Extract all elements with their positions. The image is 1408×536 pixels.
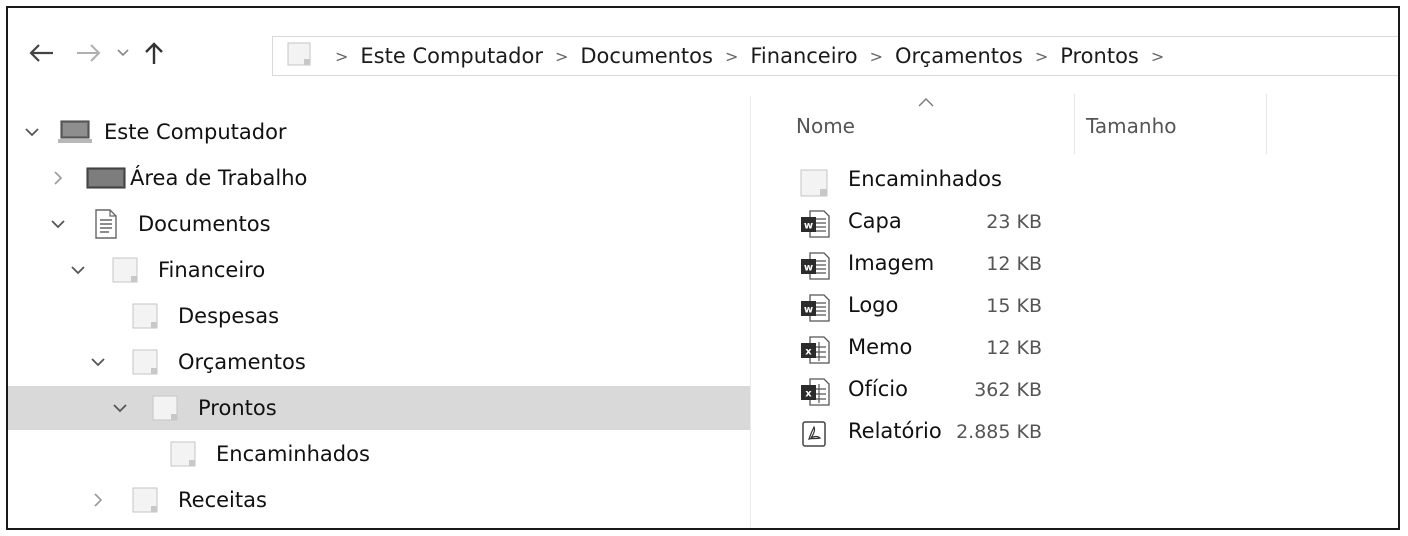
folder-icon — [132, 486, 160, 514]
tree-item-encaminhados[interactable]: Encaminhados — [8, 432, 750, 476]
arrow-right-icon — [77, 44, 101, 62]
tree-item-orcamentos[interactable]: Orçamentos — [8, 340, 750, 384]
address-bar[interactable]: > Este Computador > Documentos > Finance… — [272, 36, 1398, 76]
svg-text:w: w — [804, 263, 813, 274]
svg-text:x: x — [805, 389, 812, 400]
tree-item-prontos[interactable]: Prontos — [8, 386, 750, 430]
column-separator[interactable] — [1266, 94, 1267, 154]
breadcrumb-separator[interactable]: > — [1035, 47, 1048, 66]
folder-icon — [112, 256, 140, 284]
file-size: 12 KB — [986, 337, 1042, 359]
folder-icon — [170, 440, 198, 468]
recent-locations-button[interactable] — [112, 36, 134, 70]
toolbar: > Este Computador > Documentos > Finance… — [8, 8, 1398, 92]
file-size: 2.885 KB — [956, 421, 1042, 443]
breadcrumb-orcamentos[interactable]: Orçamentos — [895, 44, 1023, 68]
forward-button[interactable] — [70, 36, 108, 70]
breadcrumb-separator[interactable]: > — [725, 47, 738, 66]
file-name: Logo — [848, 293, 899, 317]
file-name: Imagem — [848, 251, 935, 275]
chevron-down-icon — [117, 49, 129, 57]
back-button[interactable] — [22, 36, 60, 70]
tree-item-area-de-trabalho[interactable]: Área de Trabalho — [8, 156, 750, 200]
file-row-oficio[interactable]: x Ofício 362 KB — [794, 372, 1394, 412]
tree-item-este-computador[interactable]: Este Computador — [8, 110, 750, 154]
folder-icon — [152, 394, 180, 422]
pane-divider[interactable] — [750, 96, 751, 528]
computer-icon — [58, 120, 92, 144]
breadcrumb-separator[interactable]: > — [870, 47, 883, 66]
chevron-down-icon[interactable] — [48, 214, 68, 234]
svg-text:w: w — [804, 305, 813, 316]
arrow-up-icon — [145, 42, 163, 64]
word-file-icon: w — [800, 252, 830, 284]
file-row-capa[interactable]: w Capa 23 KB — [794, 204, 1394, 244]
chevron-right-icon[interactable] — [48, 168, 68, 188]
file-name: Ofício — [848, 377, 908, 401]
file-size: 12 KB — [986, 253, 1042, 275]
chevron-down-icon[interactable] — [88, 352, 108, 372]
folder-icon — [287, 41, 313, 71]
tree-item-label: Orçamentos — [178, 350, 306, 374]
breadcrumb-financeiro[interactable]: Financeiro — [750, 44, 857, 68]
desktop-icon — [86, 166, 126, 190]
svg-text:w: w — [804, 221, 813, 232]
svg-text:x: x — [805, 347, 812, 358]
chevron-down-icon[interactable] — [68, 260, 88, 280]
chevron-down-icon[interactable] — [110, 398, 130, 418]
breadcrumb-documentos[interactable]: Documentos — [580, 44, 713, 68]
breadcrumb-separator: > — [335, 46, 349, 66]
tree-item-label: Despesas — [178, 304, 280, 328]
tree-item-label: Receitas — [178, 488, 267, 512]
folder-icon — [132, 348, 160, 376]
breadcrumb-prontos[interactable]: Prontos — [1060, 44, 1139, 68]
tree-item-label: Este Computador — [104, 120, 287, 144]
column-separator[interactable] — [1074, 94, 1075, 154]
file-row-encaminhados[interactable]: Encaminhados — [794, 162, 1394, 202]
tree-item-documentos[interactable]: Documentos — [8, 202, 750, 246]
word-file-icon: w — [800, 210, 830, 242]
breadcrumb-este-computador[interactable]: Este Computador — [360, 44, 543, 68]
chevron-right-icon[interactable] — [88, 490, 108, 510]
column-header-size[interactable]: Tamanho — [1086, 104, 1266, 148]
file-size: 362 KB — [974, 379, 1042, 401]
folder-icon — [132, 302, 160, 330]
file-name: Encaminhados — [848, 167, 1002, 191]
file-name: Memo — [848, 335, 913, 359]
tree-item-receitas[interactable]: Receitas — [8, 478, 750, 522]
excel-file-icon: x — [800, 378, 830, 410]
breadcrumb-separator[interactable]: > — [1151, 47, 1164, 66]
file-explorer-window: > Este Computador > Documentos > Finance… — [6, 6, 1400, 530]
navigation-pane: Este Computador Área de Trabalho Documen… — [8, 104, 750, 524]
file-row-logo[interactable]: w Logo 15 KB — [794, 288, 1394, 328]
file-name: Relatório — [848, 419, 942, 443]
tree-item-label: Encaminhados — [216, 442, 370, 466]
tree-item-label: Prontos — [198, 396, 277, 420]
breadcrumb-separator[interactable]: > — [555, 47, 568, 66]
file-row-memo[interactable]: x Memo 12 KB — [794, 330, 1394, 370]
documents-icon — [94, 209, 118, 239]
file-size: 23 KB — [986, 211, 1042, 233]
tree-item-label: Área de Trabalho — [130, 166, 308, 190]
file-row-relatorio[interactable]: Relatório 2.885 KB — [794, 414, 1394, 454]
file-name: Capa — [848, 209, 902, 233]
folder-icon — [800, 168, 830, 202]
tree-item-label: Financeiro — [158, 258, 266, 282]
tree-item-financeiro[interactable]: Financeiro — [8, 248, 750, 292]
excel-file-icon: x — [800, 336, 830, 368]
file-row-imagem[interactable]: w Imagem 12 KB — [794, 246, 1394, 286]
arrow-left-icon — [29, 44, 53, 62]
up-button[interactable] — [136, 36, 172, 70]
word-file-icon: w — [800, 294, 830, 326]
file-size: 15 KB — [986, 295, 1042, 317]
tree-item-label: Documentos — [138, 212, 271, 236]
pdf-file-icon — [800, 420, 828, 452]
chevron-down-icon[interactable] — [22, 122, 42, 142]
column-header-name[interactable]: Nome — [796, 104, 1076, 148]
tree-item-despesas[interactable]: Despesas — [8, 294, 750, 338]
